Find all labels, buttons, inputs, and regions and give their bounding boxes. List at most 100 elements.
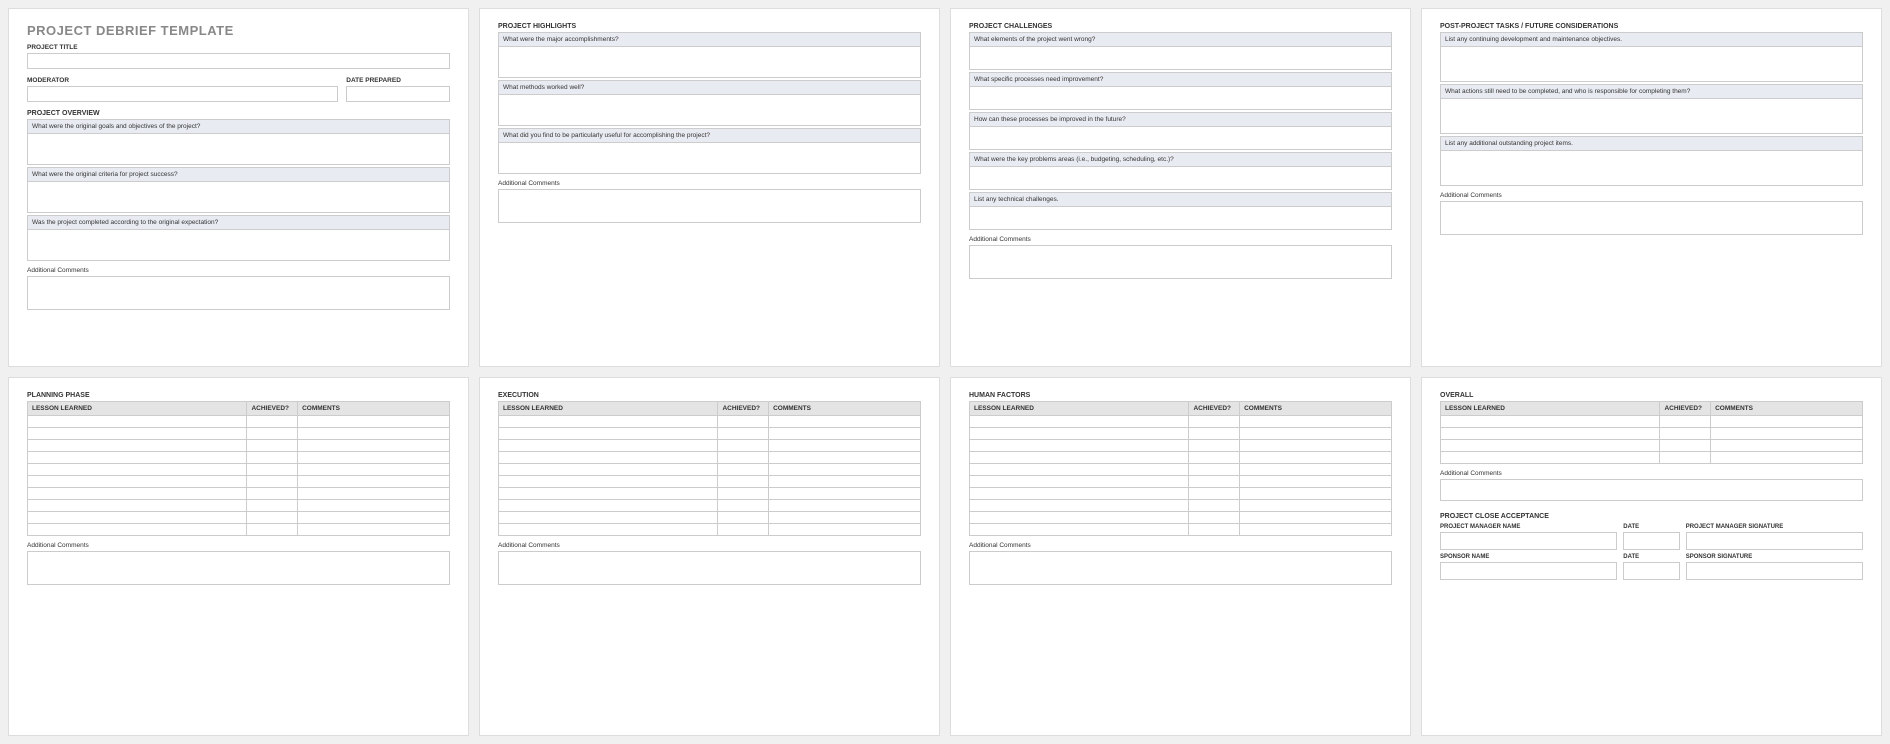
table-row[interactable] [28,500,450,512]
table-row[interactable] [499,452,921,464]
pm-date-label: DATE [1623,524,1679,530]
p3-q3: How can these processes be improved in t… [969,112,1392,150]
date-prepared-input[interactable] [346,86,450,102]
moderator-label: MODERATOR [27,77,338,84]
col-achieved: ACHIEVED? [718,402,769,416]
p1-q3-body[interactable] [28,230,449,260]
sponsor-date-label: DATE [1623,554,1679,560]
table-row[interactable] [970,440,1392,452]
table-row[interactable] [28,452,450,464]
table-row[interactable] [970,500,1392,512]
overview-heading: PROJECT OVERVIEW [27,110,450,117]
table-row[interactable] [28,416,450,428]
p2-heading: PROJECT HIGHLIGHTS [498,23,921,30]
pm-name-input[interactable] [1440,532,1617,550]
table-row[interactable] [970,464,1392,476]
p3-ac-label: Additional Comments [969,236,1392,243]
p4-q1-head: List any continuing development and main… [1441,33,1862,47]
p5-lessons-table: LESSON LEARNED ACHIEVED? COMMENTS [27,401,450,536]
col-achieved: ACHIEVED? [247,402,298,416]
table-row[interactable] [1441,428,1863,440]
p2-ac-label: Additional Comments [498,180,921,187]
table-row[interactable] [28,512,450,524]
p4-ac-label: Additional Comments [1440,192,1863,199]
p4-q2: What actions still need to be completed,… [1440,84,1863,134]
moderator-input[interactable] [27,86,338,102]
table-row[interactable] [28,440,450,452]
page-grid: PROJECT DEBRIEF TEMPLATE PROJECT TITLE M… [8,8,1882,736]
p3-q5-body[interactable] [970,207,1391,229]
p3-q1: What elements of the project went wrong? [969,32,1392,70]
p8-ac-box[interactable] [1440,479,1863,501]
table-row[interactable] [499,464,921,476]
p1-ac-box[interactable] [27,276,450,310]
table-row[interactable] [499,440,921,452]
table-row[interactable] [28,428,450,440]
p1-q2-body[interactable] [28,182,449,212]
p8-close-heading: PROJECT CLOSE ACCEPTANCE [1440,513,1863,520]
table-row[interactable] [1441,440,1863,452]
p4-q3-body[interactable] [1441,151,1862,185]
p2-q3: What did you find to be particularly use… [498,128,921,174]
p2-q3-head: What did you find to be particularly use… [499,129,920,143]
date-prepared-label: DATE PREPARED [346,77,450,84]
col-achieved: ACHIEVED? [1660,402,1711,416]
table-row[interactable] [499,512,921,524]
sponsor-sig-input[interactable] [1686,562,1863,580]
p7-ac-box[interactable] [969,551,1392,585]
p3-ac-box[interactable] [969,245,1392,279]
table-row[interactable] [499,524,921,536]
p2-q3-body[interactable] [499,143,920,173]
p1-q1-body[interactable] [28,134,449,164]
table-row[interactable] [499,476,921,488]
p2-q2-body[interactable] [499,95,920,125]
table-row[interactable] [28,488,450,500]
project-title-label: PROJECT TITLE [27,44,450,51]
p1-q2-head: What were the original criteria for proj… [28,168,449,182]
page-5: PLANNING PHASE LESSON LEARNED ACHIEVED? … [8,377,469,736]
table-row[interactable] [499,500,921,512]
p5-ac-box[interactable] [27,551,450,585]
table-row[interactable] [499,416,921,428]
table-row[interactable] [28,464,450,476]
col-lesson: LESSON LEARNED [28,402,247,416]
table-row[interactable] [970,416,1392,428]
table-row[interactable] [970,524,1392,536]
p3-q5: List any technical challenges. [969,192,1392,230]
p3-q3-body[interactable] [970,127,1391,149]
table-row[interactable] [970,476,1392,488]
page-1: PROJECT DEBRIEF TEMPLATE PROJECT TITLE M… [8,8,469,367]
p1-q3-head: Was the project completed according to t… [28,216,449,230]
p3-q4-body[interactable] [970,167,1391,189]
pm-date-input[interactable] [1623,532,1679,550]
table-row[interactable] [970,512,1392,524]
col-comments: COMMENTS [298,402,450,416]
sponsor-name-input[interactable] [1440,562,1617,580]
p2-ac-box[interactable] [498,189,921,223]
sponsor-date-input[interactable] [1623,562,1679,580]
sponsor-name-label: SPONSOR NAME [1440,554,1617,560]
project-title-input[interactable] [27,53,450,69]
table-row[interactable] [499,428,921,440]
p6-ac-box[interactable] [498,551,921,585]
p4-q1-body[interactable] [1441,47,1862,81]
col-achieved: ACHIEVED? [1189,402,1240,416]
table-row[interactable] [1441,452,1863,464]
table-row[interactable] [970,452,1392,464]
table-row[interactable] [499,488,921,500]
p3-q1-body[interactable] [970,47,1391,69]
pm-sig-input[interactable] [1686,532,1863,550]
table-row[interactable] [28,476,450,488]
table-row[interactable] [970,428,1392,440]
table-row[interactable] [1441,416,1863,428]
col-lesson: LESSON LEARNED [499,402,718,416]
page-7: HUMAN FACTORS LESSON LEARNED ACHIEVED? C… [950,377,1411,736]
p3-q2-body[interactable] [970,87,1391,109]
p4-q2-body[interactable] [1441,99,1862,133]
p4-heading: POST-PROJECT TASKS / FUTURE CONSIDERATIO… [1440,23,1863,30]
p2-q1-body[interactable] [499,47,920,77]
p5-heading: PLANNING PHASE [27,392,450,399]
table-row[interactable] [970,488,1392,500]
table-row[interactable] [28,524,450,536]
p4-ac-box[interactable] [1440,201,1863,235]
